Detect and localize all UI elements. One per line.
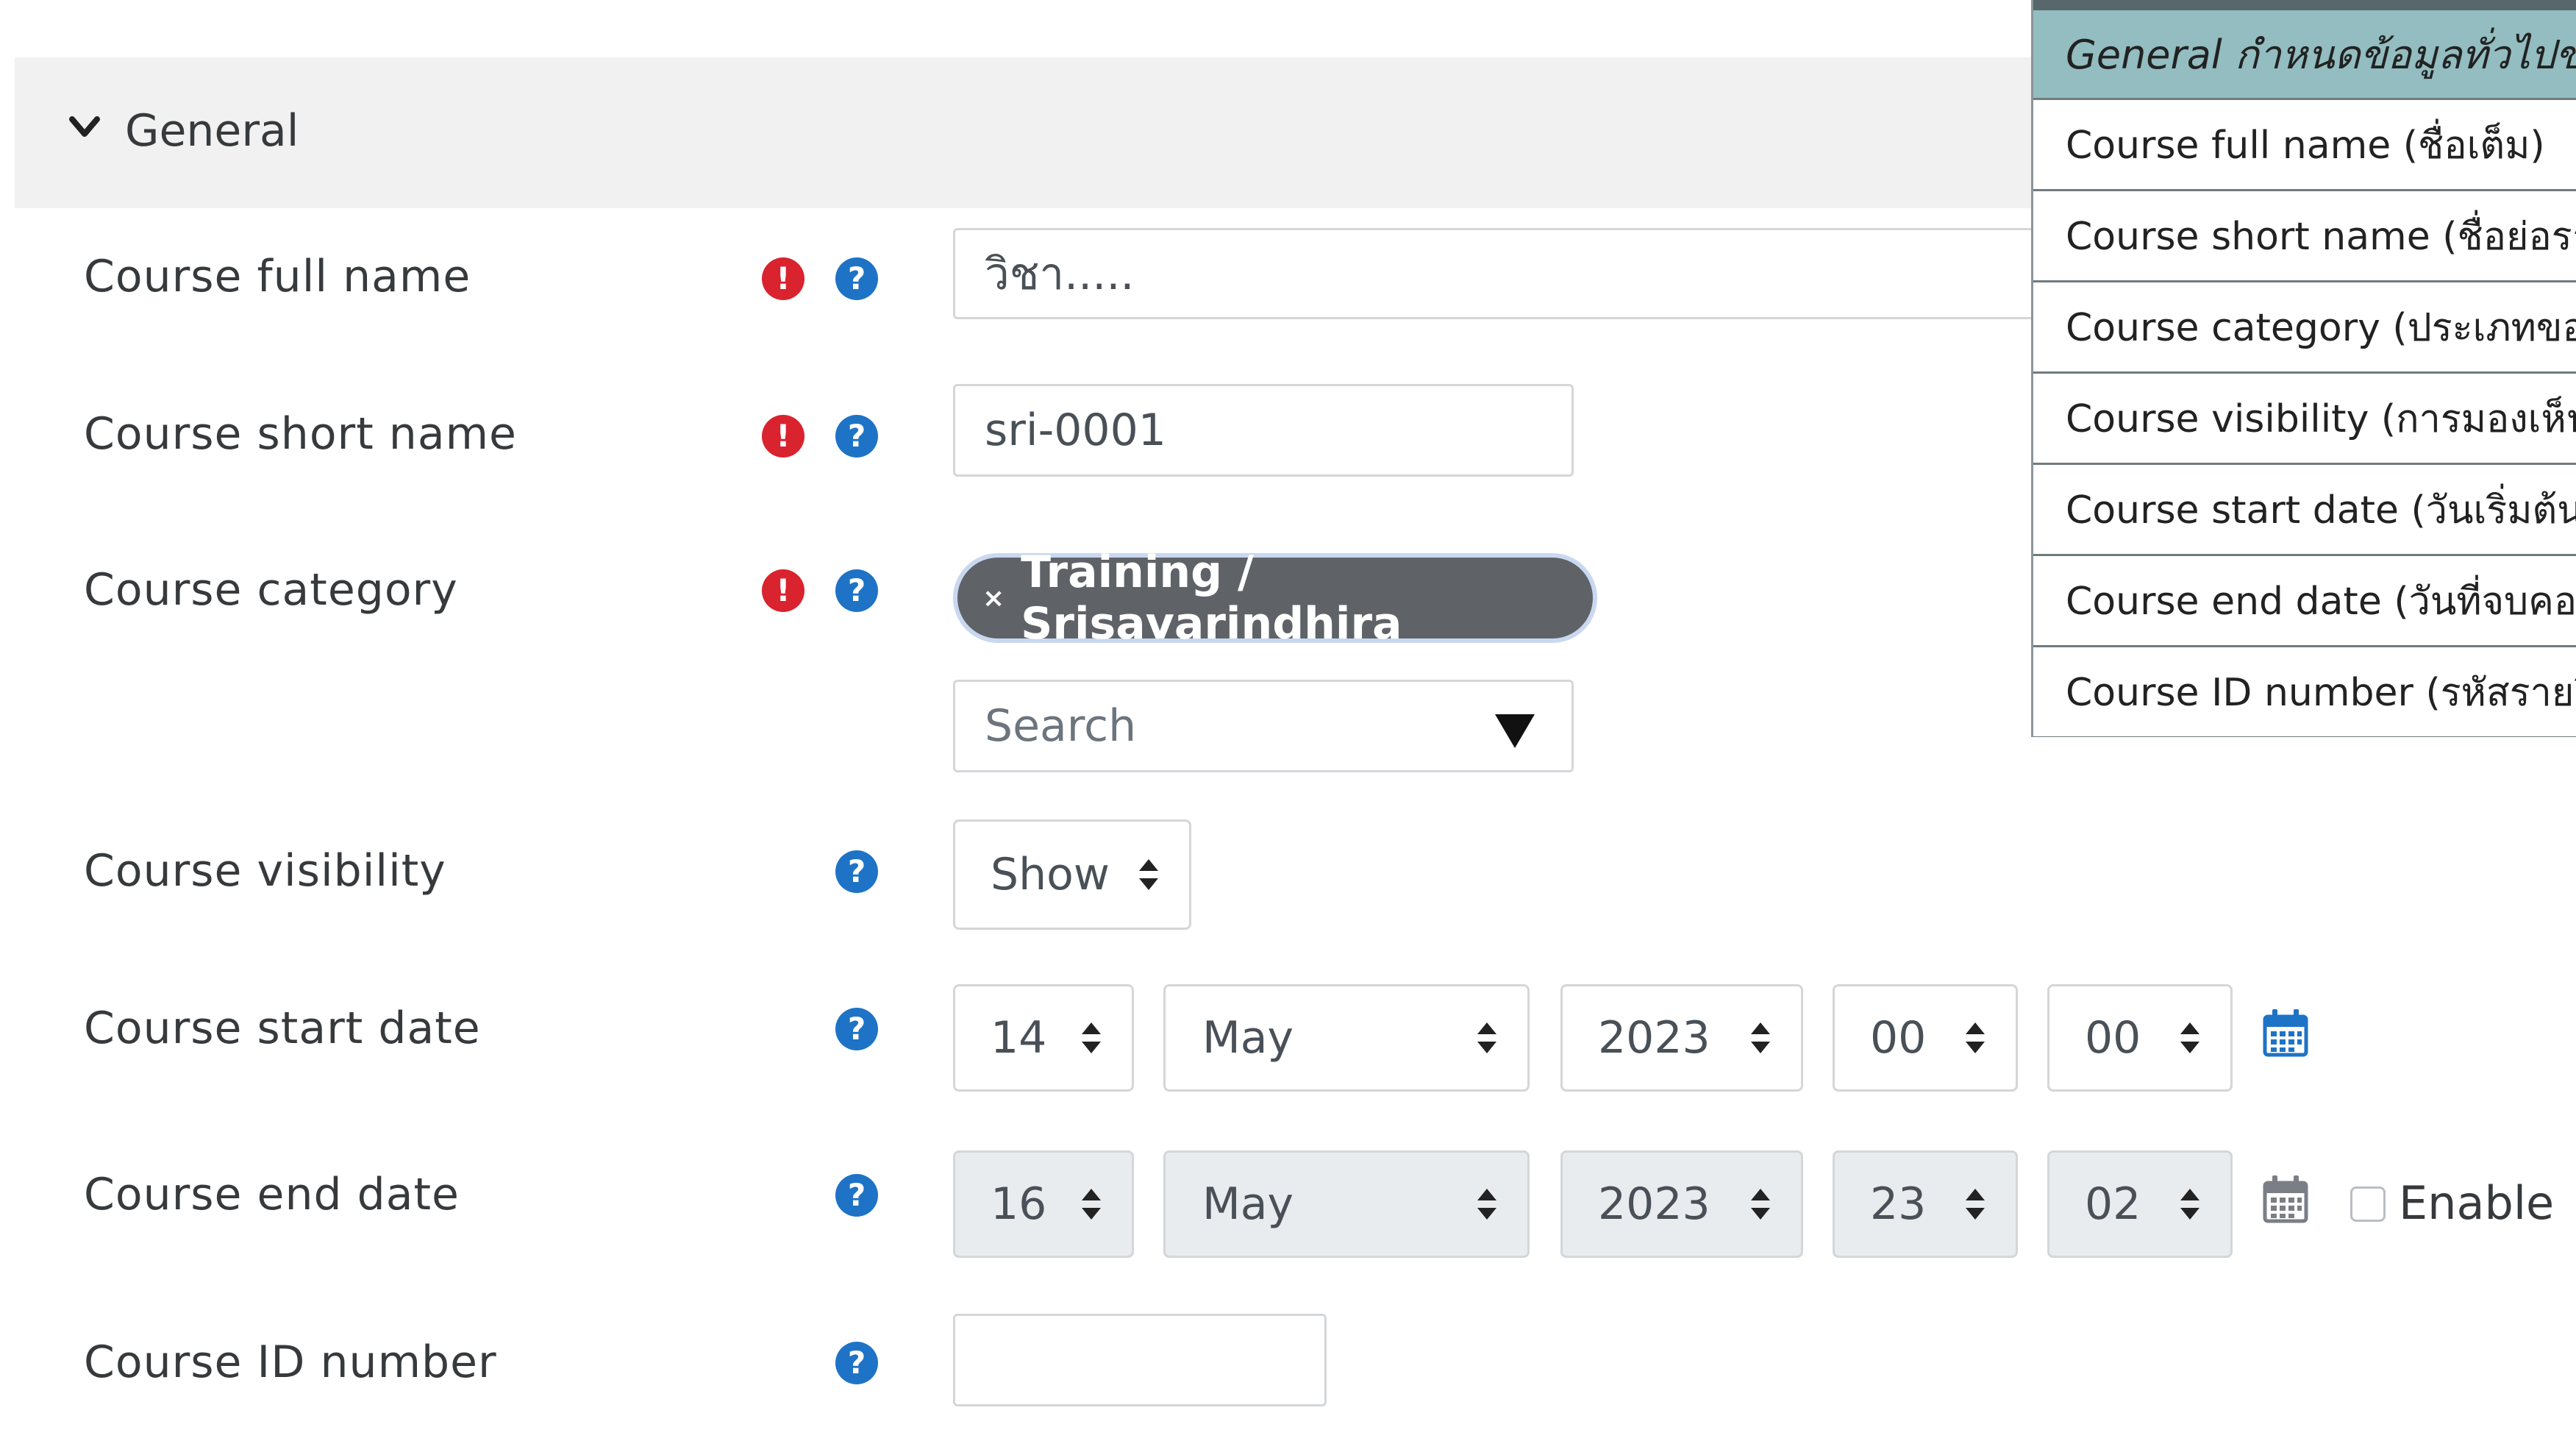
select-arrows-icon [1477, 1022, 1496, 1053]
help-icon[interactable]: ? [835, 850, 878, 893]
help-icon[interactable]: ? [835, 569, 878, 612]
end-month-select[interactable]: May [1163, 1150, 1530, 1258]
start-month-select[interactable]: May [1163, 984, 1530, 1092]
help-icon[interactable]: ? [835, 1174, 878, 1217]
select-arrows-icon [1966, 1022, 1985, 1053]
visibility-label: Course visibility [84, 845, 446, 897]
select-arrows-icon [2180, 1189, 2199, 1220]
general-section-header[interactable] [15, 57, 2059, 208]
chevron-down-icon[interactable] [68, 110, 101, 144]
short-name-input[interactable]: sri-0001 [953, 384, 1574, 477]
help-icon[interactable]: ? [835, 257, 878, 300]
start-hour-select[interactable]: 00 [1833, 984, 2018, 1092]
calendar-icon [2263, 1175, 2308, 1223]
select-arrows-icon [1751, 1189, 1770, 1220]
overlay-row: Course end date (วันที่จบคอร์ส) [2033, 556, 2576, 647]
start-year-value: 2023 [1598, 1012, 1710, 1064]
select-arrows-icon [1082, 1189, 1101, 1220]
end-minute-value: 02 [2085, 1178, 2141, 1230]
end-hour-select[interactable]: 23 [1833, 1150, 2018, 1258]
select-arrows-icon [1082, 1022, 1101, 1053]
full-name-value: วิชา..... [985, 248, 1135, 300]
remove-icon[interactable]: × [982, 583, 1005, 613]
reference-table-overlay: General กำหนดข้อมูลทั่วไปของ Course full… [2031, 0, 2576, 737]
full-name-input[interactable]: วิชา..... [953, 228, 2041, 319]
end-day-value: 16 [991, 1178, 1047, 1230]
start-hour-value: 00 [1870, 1012, 1927, 1064]
overlay-row: Course category (ประเภทของรา [2033, 282, 2576, 374]
overlay-row: Course full name (ชื่อเต็ม) [2033, 100, 2576, 191]
help-icon[interactable]: ? [835, 1342, 878, 1384]
visibility-value: Show [991, 849, 1110, 900]
category-search-input[interactable]: Search [953, 680, 1574, 772]
start-year-select[interactable]: 2023 [1560, 984, 1803, 1092]
overlay-row: Course visibility (การมองเห็นราย [2033, 374, 2576, 465]
select-arrows-icon [1477, 1189, 1496, 1220]
end-hour-value: 23 [1870, 1178, 1927, 1230]
help-icon[interactable]: ? [835, 1008, 878, 1050]
short-name-label: Course short name [84, 408, 517, 460]
required-icon[interactable]: ! [762, 569, 804, 612]
category-selected-label: Training / Srisavarindhira [1021, 547, 1402, 650]
end-year-value: 2023 [1598, 1178, 1710, 1230]
id-number-label: Course ID number [84, 1337, 497, 1388]
overlay-row: Course short name (ชื่อย่อรายวิ [2033, 191, 2576, 282]
start-day-select[interactable]: 14 [953, 984, 1134, 1092]
start-month-value: May [1202, 1012, 1294, 1064]
select-arrows-icon [1139, 859, 1158, 890]
end-date-enable-checkbox[interactable] [2350, 1186, 2386, 1222]
start-minute-value: 00 [2085, 1012, 2141, 1064]
end-date-enable-label[interactable]: Enable [2399, 1177, 2554, 1230]
select-arrows-icon [1751, 1022, 1770, 1053]
category-label: Course category [84, 564, 458, 616]
caret-down-icon[interactable] [1494, 713, 1536, 750]
visibility-select[interactable]: Show [953, 819, 1191, 930]
start-day-value: 14 [991, 1012, 1047, 1064]
category-selected-badge[interactable]: × Training / Srisavarindhira [953, 547, 1597, 650]
full-name-label: Course full name [84, 251, 471, 302]
start-date-label: Course start date [84, 1003, 481, 1054]
required-icon[interactable]: ! [762, 257, 804, 300]
general-section-title[interactable]: General [125, 104, 299, 157]
end-year-select[interactable]: 2023 [1560, 1150, 1803, 1258]
overlay-header: General กำหนดข้อมูลทั่วไปของ [2033, 10, 2576, 100]
short-name-value: sri-0001 [985, 405, 1166, 456]
overlay-row: Course ID number (รหัสรายวิชา [2033, 647, 2576, 737]
end-month-value: May [1202, 1178, 1294, 1230]
end-date-label: Course end date [84, 1169, 460, 1220]
help-icon[interactable]: ? [835, 415, 878, 458]
id-number-input[interactable] [953, 1314, 1327, 1406]
overlay-row: Course start date (วันเริ่มต้นราย [2033, 465, 2576, 556]
end-minute-select[interactable]: 02 [2047, 1150, 2233, 1258]
calendar-icon[interactable] [2262, 1008, 2309, 1058]
select-arrows-icon [2180, 1022, 2199, 1053]
required-icon[interactable]: ! [762, 415, 804, 458]
start-minute-select[interactable]: 00 [2047, 984, 2233, 1092]
end-day-select[interactable]: 16 [953, 1150, 1134, 1258]
category-search-placeholder: Search [985, 700, 1137, 752]
overlay-top-strip [2033, 0, 2576, 10]
select-arrows-icon [1966, 1189, 1985, 1220]
